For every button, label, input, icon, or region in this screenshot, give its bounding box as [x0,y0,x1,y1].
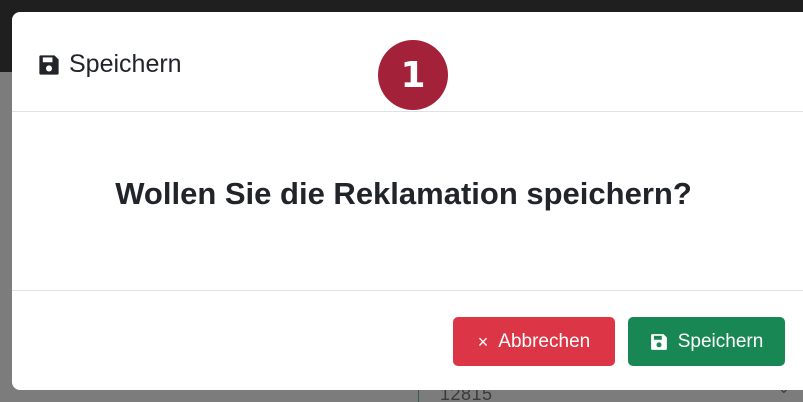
floppy-disk-icon [38,54,60,76]
dialog-title-text: Speichern [69,50,182,78]
app-backdrop: 12815 ⌄ Speichern 1 Wollen Sie die Rekla… [0,0,803,402]
save-button-label: Speichern [677,330,764,352]
cancel-button[interactable]: × Abbrechen [453,317,615,366]
close-icon: × [477,331,489,352]
dialog-title: Speichern [38,50,182,79]
step-number-badge: 1 [378,40,448,110]
save-button[interactable]: Speichern [628,317,785,366]
floppy-disk-icon [650,333,668,351]
cancel-button-label: Abbrechen [498,330,591,352]
dialog-footer: × Abbrechen Speichern [12,291,803,391]
dialog-body: Wollen Sie die Reklamation speichern? [12,112,803,291]
confirmation-question: Wollen Sie die Reklamation speichern? [115,176,692,211]
dialog-header: Speichern 1 [12,12,803,112]
save-dialog: Speichern 1 Wollen Sie die Reklamation s… [12,12,803,390]
